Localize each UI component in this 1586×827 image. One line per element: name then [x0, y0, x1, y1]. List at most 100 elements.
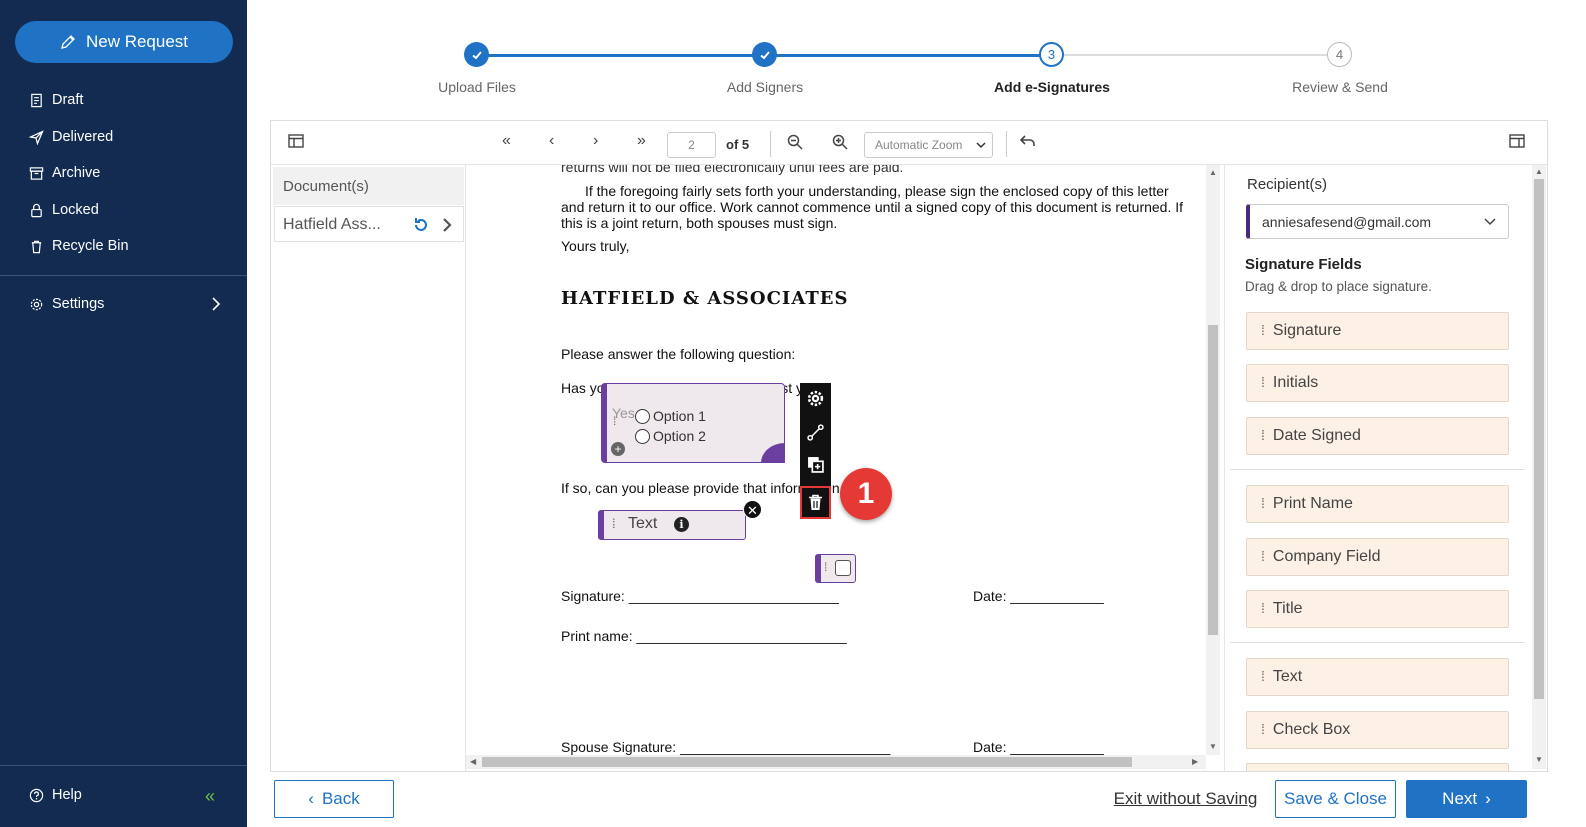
zoom-out-icon[interactable] — [787, 134, 803, 150]
archive-icon — [29, 166, 44, 180]
help-icon — [29, 788, 44, 802]
info-icon[interactable]: i — [674, 517, 689, 532]
save-close-button[interactable]: Save & Close — [1275, 780, 1396, 818]
last-page-icon[interactable]: » — [637, 132, 646, 150]
new-request-button[interactable]: New Request — [15, 21, 233, 63]
toggle-panel-icon[interactable] — [1509, 134, 1525, 148]
page-text: If so, can you please provide that infor… — [561, 480, 840, 496]
zoom-in-icon[interactable] — [832, 134, 848, 150]
send-icon — [29, 129, 44, 145]
field-company[interactable]: ⁞ Company Field — [1246, 538, 1509, 576]
scroll-down-icon[interactable]: ▼ — [1535, 755, 1543, 764]
document-item[interactable]: Hatfield Ass... — [274, 206, 464, 242]
scroll-thumb[interactable] — [1208, 325, 1218, 635]
page-text: Please answer the following question: — [561, 346, 796, 362]
field-title[interactable]: ⁞ Title — [1246, 590, 1509, 628]
scroll-up-icon[interactable]: ▲ — [1209, 168, 1217, 177]
radio-group-field[interactable]: Yes ⁞ Option 1 Option 2 + — [601, 383, 785, 463]
chevron-right-icon[interactable] — [442, 217, 452, 233]
chevron-right-icon[interactable] — [210, 296, 222, 312]
zoom-value: Automatic Zoom — [875, 138, 963, 152]
checkbox-box[interactable] — [835, 560, 851, 576]
recipient-value: anniesafesend@gmail.com — [1262, 214, 1432, 230]
drag-handle-icon: ⁞ — [1261, 600, 1265, 616]
sidebar-item-recycle-bin[interactable]: Recycle Bin — [29, 238, 129, 254]
drag-handle-icon[interactable]: ⁞ — [613, 414, 616, 428]
sidebar-item-help[interactable]: Help — [29, 787, 82, 803]
toolbar-separator — [770, 131, 771, 157]
step-label: Review & Send — [1292, 79, 1388, 95]
link-path-icon[interactable] — [807, 424, 824, 441]
field-initials[interactable]: ⁞ Initials — [1246, 364, 1509, 402]
scroll-up-icon[interactable]: ▲ — [1535, 167, 1543, 176]
step-label: Add Signers — [726, 79, 804, 95]
toggle-sidebar-icon[interactable] — [288, 134, 304, 148]
page-text: Print name: ___________________________ — [561, 628, 847, 644]
gear-icon[interactable] — [807, 390, 824, 407]
undo-icon[interactable] — [1020, 134, 1036, 148]
field-text[interactable]: ⁞ Text — [1246, 658, 1509, 696]
text-field[interactable]: ⁞ Text i ✕ — [598, 500, 762, 540]
page-number-input[interactable] — [667, 132, 716, 158]
field-date-signed[interactable]: ⁞ Date Signed — [1246, 417, 1509, 455]
first-page-icon[interactable]: « — [502, 132, 511, 150]
sidebar-item-settings[interactable]: Settings — [29, 296, 104, 312]
step-1-check-icon — [464, 42, 489, 67]
next-page-icon[interactable]: › — [593, 132, 598, 150]
document-icon — [31, 93, 42, 107]
scroll-right-icon[interactable]: ▶ — [1192, 757, 1198, 766]
document-page: returns will not be filed electronically… — [466, 165, 1224, 771]
chevron-left-icon: ‹ — [308, 789, 314, 808]
prev-page-icon[interactable]: ‹ — [549, 132, 554, 150]
add-option-icon[interactable]: + — [611, 442, 625, 456]
drag-handle-icon[interactable]: ⁞ — [612, 516, 616, 531]
delete-button[interactable] — [800, 486, 831, 519]
scroll-thumb[interactable] — [1534, 179, 1544, 699]
refresh-icon[interactable] — [412, 216, 430, 234]
exit-without-saving-link[interactable]: Exit without Saving — [1113, 780, 1258, 818]
sidebar-item-label: Draft — [52, 92, 84, 108]
checkbox-field[interactable]: ⁞ — [815, 554, 856, 583]
step-2-check-icon — [752, 42, 777, 67]
page-text: returns will not be filed electronically… — [561, 165, 904, 175]
drag-handle-icon: ⁞ — [1261, 721, 1265, 737]
sidebar-item-archive[interactable]: Archive — [29, 165, 100, 181]
vertical-scrollbar[interactable]: ▲ ▼ — [1206, 165, 1220, 755]
sidebar-item-draft[interactable]: Draft — [29, 92, 83, 108]
back-button[interactable]: ‹ Back — [274, 780, 394, 818]
step-4-number: 4 — [1327, 42, 1352, 67]
signature-fields-hint: Drag & drop to place signature. — [1245, 279, 1432, 294]
drag-handle-icon[interactable]: ⁞ — [824, 560, 827, 574]
duplicate-icon[interactable] — [807, 456, 824, 473]
field-signature[interactable]: ⁞ Signature — [1246, 312, 1509, 350]
sidebar-item-delivered[interactable]: Delivered — [29, 129, 113, 145]
recipients-label: Recipient(s) — [1247, 176, 1328, 193]
zoom-select[interactable]: Automatic Zoom — [864, 132, 993, 158]
page-text: Yours truly, — [561, 238, 630, 254]
collapse-sidebar-icon[interactable]: « — [205, 786, 215, 807]
scroll-thumb[interactable] — [482, 757, 1132, 767]
resize-handle-icon[interactable] — [761, 443, 785, 463]
radio-option[interactable]: Option 1 — [635, 408, 706, 424]
sidebar: New Request Draft Delivered Archive Lock… — [0, 0, 247, 827]
sidebar-item-label: Delivered — [52, 129, 114, 145]
close-icon[interactable]: ✕ — [743, 500, 762, 519]
horizontal-scrollbar[interactable]: ◀ ▶ — [466, 755, 1206, 769]
page-count: of 5 — [726, 137, 750, 152]
sidebar-divider — [0, 275, 247, 276]
scroll-left-icon[interactable]: ◀ — [470, 757, 476, 766]
next-button[interactable]: Next › — [1406, 780, 1527, 818]
panel-scrollbar[interactable]: ▲ ▼ — [1532, 165, 1546, 769]
field-next-partial[interactable] — [1246, 763, 1509, 771]
sidebar-item-locked[interactable]: Locked — [29, 202, 99, 218]
field-check-box[interactable]: ⁞ Check Box — [1246, 711, 1509, 749]
trash-icon — [809, 494, 822, 510]
next-label: Next — [1442, 789, 1478, 808]
page-text: Spouse Signature: ______________________… — [561, 739, 891, 755]
radio-option-label: Option 1 — [653, 408, 706, 424]
scroll-down-icon[interactable]: ▼ — [1209, 742, 1217, 751]
radio-option[interactable]: Option 2 — [635, 428, 706, 444]
field-label: Title — [1272, 600, 1303, 617]
recipient-select[interactable]: anniesafesend@gmail.com — [1246, 204, 1509, 239]
field-print-name[interactable]: ⁞ Print Name — [1246, 485, 1509, 523]
